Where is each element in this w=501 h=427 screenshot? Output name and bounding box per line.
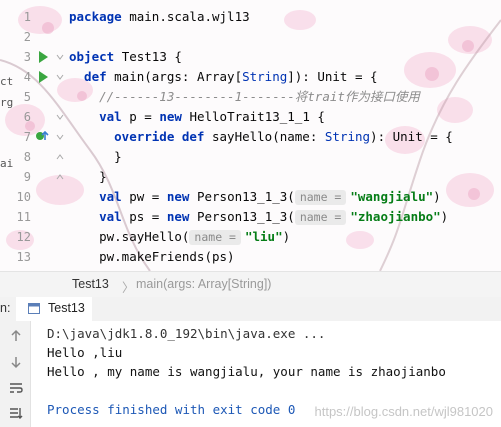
code-token: ): Unit = { xyxy=(370,129,453,144)
parameter-hint: name = xyxy=(294,210,347,225)
console-line: Process finished with exit code 0 xyxy=(47,402,296,417)
breadcrumb-file[interactable]: Test13 xyxy=(72,277,109,291)
console-line: Hello ,liu xyxy=(47,345,123,360)
string-token: "wangjialu" xyxy=(350,189,434,204)
console-output[interactable]: D:\java\jdk1.8.0_192\bin\java.exe ... Hel… xyxy=(31,321,501,427)
keyword-token: new xyxy=(166,189,197,204)
code-token: ) xyxy=(433,189,441,204)
code-token: p = xyxy=(129,109,160,124)
watermark: https://blog.csdn.net/wjl981020 xyxy=(314,404,493,419)
breadcrumb-separator: 〉 xyxy=(122,281,135,295)
code-token: Test13 { xyxy=(121,49,182,64)
console-line: Hello , my name is wangjialu, your name … xyxy=(47,364,446,379)
code-token: ) xyxy=(282,229,291,244)
run-panel-title: n: xyxy=(0,301,11,315)
keyword-token: val xyxy=(69,209,130,224)
code-line[interactable]: override def sayHello(name: String): Uni… xyxy=(69,127,453,147)
code-token: } xyxy=(69,149,122,164)
code-token: pw.makeFriends(ps) xyxy=(69,249,235,264)
window-icon xyxy=(28,303,40,314)
code-token: String xyxy=(242,69,288,84)
code-token: main.scala.wjl13 xyxy=(129,9,250,24)
code-token: String xyxy=(324,129,371,144)
run-toolbar xyxy=(0,321,31,427)
breadcrumb: Test13 〉 main(args: Array[String]) xyxy=(0,271,501,298)
keyword-token: override def xyxy=(69,129,212,144)
keyword-token: package xyxy=(69,9,130,24)
code-token: Person13_1_3( xyxy=(196,209,295,224)
arrow-up-icon[interactable] xyxy=(9,329,23,343)
string-token: "zhaojianbo" xyxy=(350,209,441,224)
code-line[interactable]: val ps = new Person13_1_3(name = "zhaojia… xyxy=(69,207,448,227)
code-token: main(args: Array[ xyxy=(114,69,243,84)
parameter-hint: name = xyxy=(294,190,347,205)
code-line[interactable]: def main(args: Array[String]): Unit = { xyxy=(69,67,378,87)
code-token: } xyxy=(69,169,107,184)
run-panel-header: n: Test13 xyxy=(0,297,501,323)
code-token: sayHello(name: xyxy=(212,129,325,144)
arrow-down-icon[interactable] xyxy=(9,355,23,369)
code-token: ) xyxy=(440,209,449,224)
keyword-token: new xyxy=(159,109,190,124)
keyword-token: val xyxy=(69,109,130,124)
parameter-hint: name = xyxy=(189,230,241,245)
string-token: "liu" xyxy=(244,229,283,244)
run-tab-label: Test13 xyxy=(48,301,85,315)
keyword-token: new xyxy=(166,209,197,224)
code-line[interactable]: package main.scala.wjl13 xyxy=(69,7,250,27)
console-line: D:\java\jdk1.8.0_192\bin\java.exe ... xyxy=(47,326,326,341)
breadcrumb-method[interactable]: main(args: Array[String]) xyxy=(136,277,271,291)
code-token: pw = xyxy=(129,189,167,204)
code-token: HelloTrait13_1_1 { xyxy=(189,109,325,124)
comment-token: //------13--------1-------将trait作为接口使用 xyxy=(69,89,420,104)
code-line[interactable]: } xyxy=(69,167,107,187)
code-line[interactable]: object Test13 { xyxy=(69,47,182,67)
code-line[interactable]: //------13--------1-------将trait作为接口使用 xyxy=(69,87,420,107)
code-area[interactable]: package main.scala.wjl13 object Test13 { … xyxy=(0,0,501,271)
code-token: pw.sayHello( xyxy=(69,229,190,244)
run-tab-test13[interactable]: Test13 xyxy=(16,297,92,323)
soft-wrap-icon[interactable] xyxy=(9,381,23,395)
keyword-token: val xyxy=(69,189,130,204)
code-line[interactable]: } xyxy=(69,147,122,167)
code-token: Person13_1_3( xyxy=(196,189,295,204)
code-line[interactable]: val pw = new Person13_1_3(name = "wangjia… xyxy=(69,187,441,207)
code-line[interactable]: val p = new HelloTrait13_1_1 { xyxy=(69,107,325,127)
code-token: ]): Unit = { xyxy=(287,69,378,84)
scroll-to-end-icon[interactable] xyxy=(9,406,23,420)
keyword-token: def xyxy=(69,69,115,84)
code-line[interactable]: pw.sayHello(name = "liu") xyxy=(69,227,290,247)
keyword-token: object xyxy=(69,49,122,64)
code-editor[interactable]: ct rg ai 1 2 3 4 5 6 7 8 9 10 11 12 13 p… xyxy=(0,0,501,271)
code-line[interactable]: pw.makeFriends(ps) xyxy=(69,247,235,267)
code-token: ps = xyxy=(129,209,167,224)
